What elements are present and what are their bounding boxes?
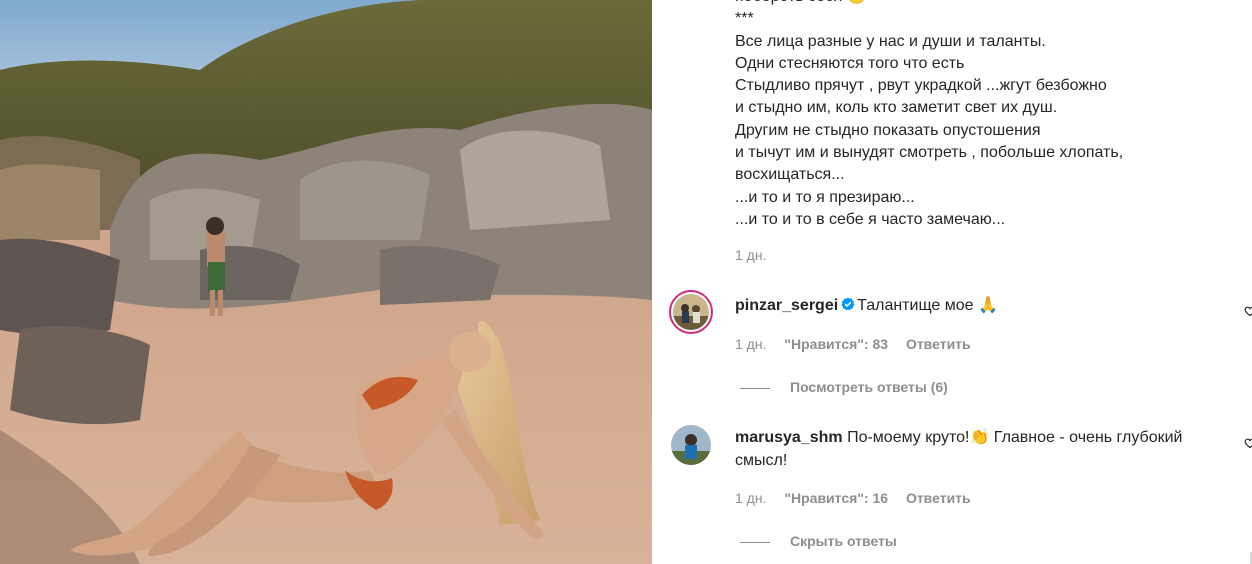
reply-button[interactable]: Ответить [906, 490, 971, 506]
caption-line: побороть себя 🙂 [735, 0, 1195, 8]
caption-line: и тычут им и вынудят смотреть , побольше… [735, 144, 1124, 162]
comment-meta: 1 дн. "Нравится": 83 Ответить [735, 336, 985, 352]
reply-button[interactable]: Ответить [906, 336, 971, 352]
comment-text: Талантище мое 🙏 [857, 297, 998, 314]
like-comment-heart-icon[interactable] [1244, 437, 1252, 449]
comment-timestamp[interactable]: 1 дн. [735, 336, 766, 352]
beach-photo [0, 0, 652, 564]
caption-line: ...и то и то я презираю... [735, 188, 915, 206]
post-photo[interactable] [0, 0, 652, 564]
hide-replies-label: Скрыть ответы [790, 533, 897, 549]
avatar-image [671, 425, 711, 465]
comments-panel: побороть себя 🙂 *** Все лица разные у на… [652, 0, 1252, 564]
comment: pinzar_sergei Талантище мое 🙏 [735, 294, 1225, 317]
caption-line: ...и то и то в себе я часто замечаю... [735, 210, 1006, 228]
verified-badge-icon [841, 297, 855, 311]
replies-divider [740, 387, 770, 389]
caption-line: восхищаться... [735, 166, 845, 184]
caption-line: и стыдно им, коль кто заметит свет их ду… [735, 99, 1058, 117]
comment-meta: 1 дн. "Нравится": 16 Ответить [735, 490, 985, 506]
caption-line: Все лица разные у нас и души и таланты. [735, 32, 1046, 50]
comment-likes[interactable]: "Нравится": 83 [784, 336, 888, 352]
caption-line: Другим не стыдно показать опустошения [735, 121, 1041, 139]
caption-line: Одни стесняются того что есть [735, 54, 965, 72]
comment-username[interactable]: pinzar_sergei [735, 297, 838, 314]
caption-timestamp[interactable]: 1 дн. [735, 247, 766, 263]
post-caption: побороть себя 🙂 *** Все лица разные у на… [735, 0, 1195, 231]
hide-replies-button[interactable]: Скрыть ответы [740, 533, 897, 549]
view-replies-label: Посмотреть ответы (6) [790, 379, 948, 395]
avatar-image [673, 294, 709, 330]
caption-line: *** [735, 10, 754, 28]
caption-line: Стыдливо прячут , рвут украдкой ...жгут … [735, 77, 1107, 95]
replies-divider [740, 541, 770, 543]
comment-timestamp[interactable]: 1 дн. [735, 490, 766, 506]
comment: marusya_shm По-моему круто!👏 Главное - о… [735, 426, 1225, 472]
view-replies-button[interactable]: Посмотреть ответы (6) [740, 379, 948, 395]
avatar[interactable] [669, 290, 713, 334]
comment-username[interactable]: marusya_shm [735, 429, 843, 446]
avatar[interactable] [671, 425, 711, 465]
comment-likes[interactable]: "Нравится": 16 [784, 490, 888, 506]
like-comment-heart-icon[interactable] [1244, 305, 1252, 317]
